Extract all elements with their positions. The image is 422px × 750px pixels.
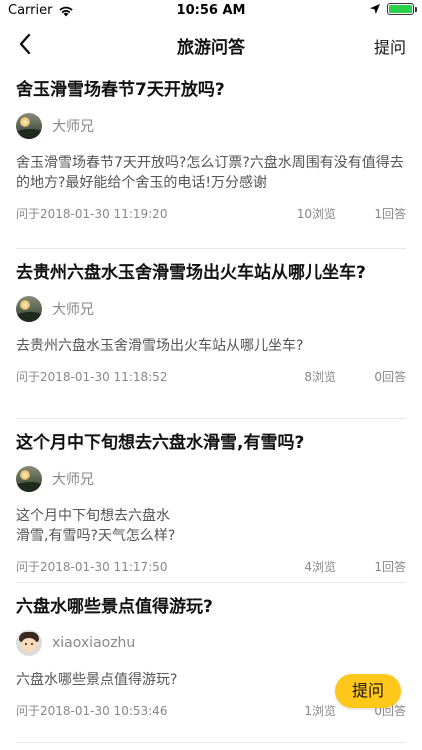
status-bar: Carrier 10:56 AM <box>0 0 422 22</box>
question-author: 大师兄 <box>16 296 406 322</box>
avatar-sun <box>20 117 30 127</box>
avatar <box>16 466 42 492</box>
avatar-face <box>21 638 37 652</box>
question-author: xiaoxiaozhu <box>16 630 406 656</box>
question-body: 去贵州六盘水玉舍滑雪场出火车站从哪儿坐车? <box>16 338 304 354</box>
avatar-hill <box>16 312 42 322</box>
avatar <box>16 630 42 656</box>
question-time: 问于2018-01-30 10:53:46 <box>16 704 168 718</box>
avatar-eye <box>31 643 33 645</box>
question-author: 大师兄 <box>16 113 406 139</box>
question-title[interactable]: 去贵州六盘水玉舍滑雪场出火车站从哪儿坐车? <box>16 261 406 286</box>
question-item[interactable]: 去贵州六盘水玉舍滑雪场出火车站从哪儿坐车? 大师兄 去贵州六盘水玉舍滑雪场出火车… <box>16 249 406 419</box>
question-time: 问于2018-01-30 11:17:50 <box>16 560 168 574</box>
status-right <box>369 3 417 15</box>
question-title[interactable]: 舍玉滑雪场春节7天开放吗? <box>16 78 406 103</box>
question-item[interactable]: 六盘水哪些景点值得游玩? xiaoxiaozhu 六盘水哪些景点值得游玩? 问于… <box>16 583 406 743</box>
avatar-hill <box>16 129 42 139</box>
author-name: 大师兄 <box>52 472 94 488</box>
question-item[interactable]: 这个月中下旬想去六盘水滑雪,有雪吗? 大师兄 这个月中下旬想去六盘水 滑雪,有雪… <box>16 419 406 583</box>
view-count: 10浏览 <box>296 207 336 221</box>
battery-fill <box>389 5 412 13</box>
view-count: 1浏览 <box>304 704 336 718</box>
question-title[interactable]: 这个月中下旬想去六盘水滑雪,有雪吗? <box>16 431 406 456</box>
author-name: 大师兄 <box>52 119 94 135</box>
view-count: 8浏览 <box>304 370 336 384</box>
view-count: 4浏览 <box>304 560 336 574</box>
floating-ask-button[interactable]: 提问 <box>335 674 401 708</box>
answer-count: 1回答 <box>374 560 406 574</box>
question-time: 问于2018-01-30 11:18:52 <box>16 370 168 384</box>
author-name: xiaoxiaozhu <box>52 635 136 651</box>
question-list: 舍玉滑雪场春节7天开放吗? 大师兄 舍玉滑雪场春节7天开放吗?怎么订票?六盘水周… <box>0 66 422 743</box>
question-meta: 问于2018-01-30 11:18:52 8浏览 0回答 <box>16 366 406 386</box>
page-title: 旅游问答 <box>177 38 245 58</box>
question-meta: 问于2018-01-30 11:17:50 4浏览 1回答 <box>16 556 406 576</box>
navigation-bar: 旅游问答 提问 <box>0 22 422 66</box>
question-meta: 问于2018-01-30 11:19:20 10浏览 1回答 <box>16 203 406 223</box>
status-time: 10:56 AM <box>176 3 246 18</box>
question-body: 这个月中下旬想去六盘水 滑雪,有雪吗?天气怎么样? <box>16 508 176 544</box>
question-author: 大师兄 <box>16 466 406 492</box>
battery-icon <box>387 3 417 15</box>
qa-page: Carrier 10:56 AM 旅游问答 提问 舍玉滑雪场春节7天开放吗? 大… <box>0 0 422 750</box>
ask-question-button[interactable]: 提问 <box>374 34 406 58</box>
avatar <box>16 296 42 322</box>
avatar-hill <box>16 482 42 492</box>
question-body: 舍玉滑雪场春节7天开放吗?怎么订票?六盘水周围有没有值得去的地方?最好能给个舍玉… <box>16 155 404 191</box>
question-time: 问于2018-01-30 11:19:20 <box>16 207 168 221</box>
battery-tip <box>415 7 417 12</box>
location-arrow-icon <box>370 4 380 14</box>
question-item[interactable]: 舍玉滑雪场春节7天开放吗? 大师兄 舍玉滑雪场春节7天开放吗?怎么订票?六盘水周… <box>16 66 406 249</box>
avatar-sun <box>20 300 30 310</box>
avatar <box>16 113 42 139</box>
answer-count: 1回答 <box>374 207 406 221</box>
author-name: 大师兄 <box>52 302 94 318</box>
avatar-sun <box>20 470 30 480</box>
avatar-eye <box>25 643 27 645</box>
question-title[interactable]: 六盘水哪些景点值得游玩? <box>16 595 406 620</box>
answer-count: 0回答 <box>374 370 406 384</box>
